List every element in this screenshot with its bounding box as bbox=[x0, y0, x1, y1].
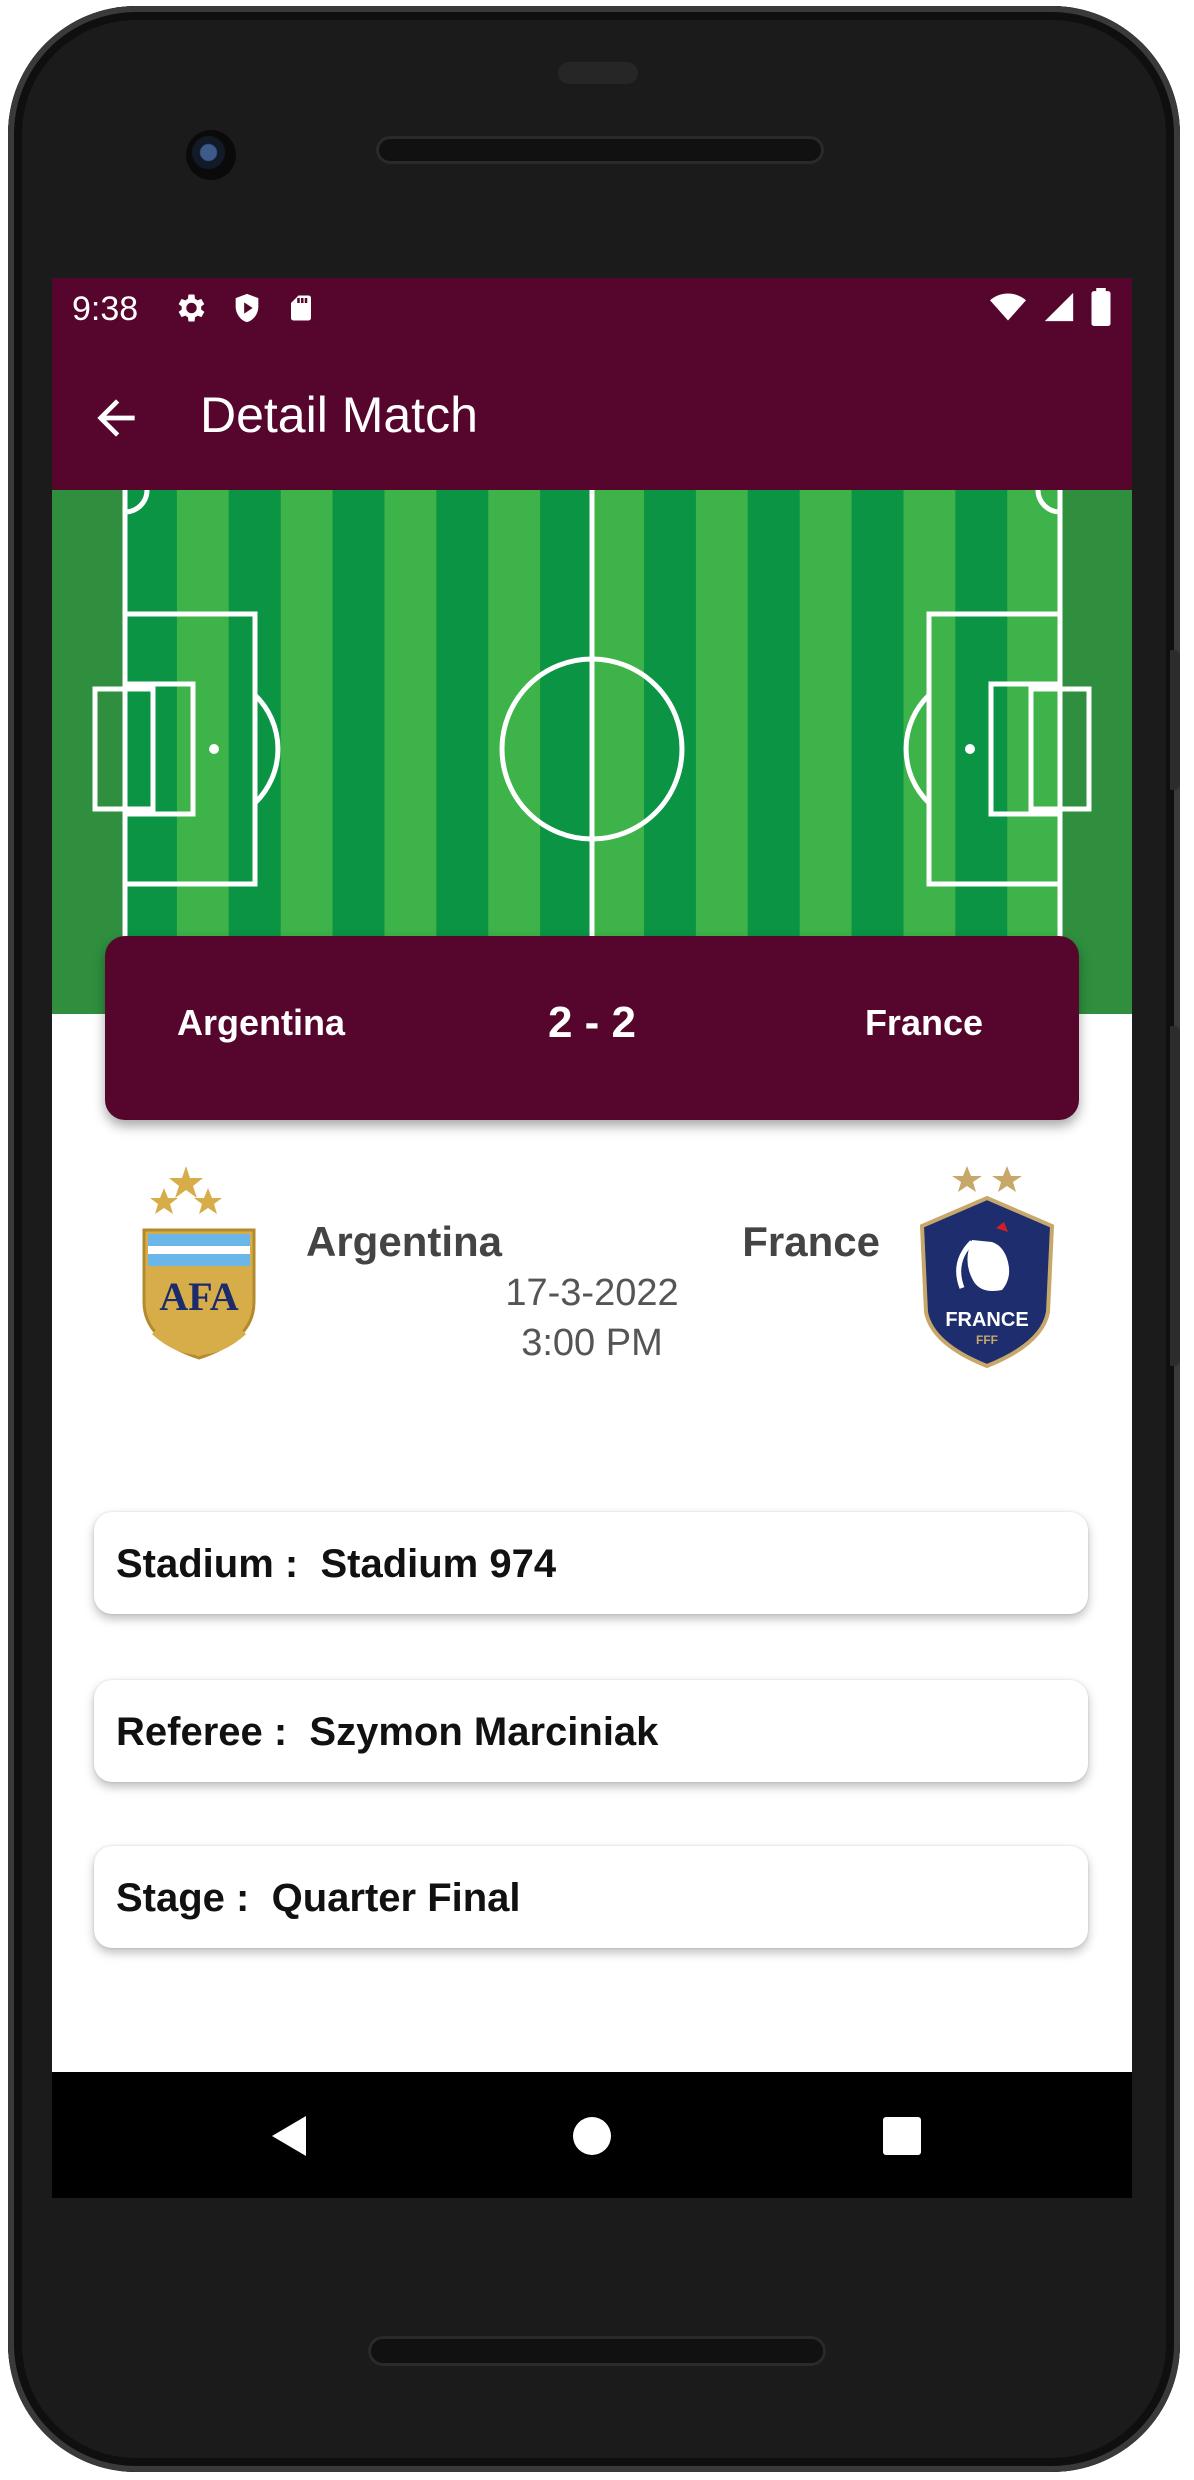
stadium-text: Stadium : Stadium 974 bbox=[116, 1542, 557, 1586]
stage-card: Stage : Quarter Final bbox=[94, 1846, 1088, 1948]
nav-home-icon[interactable] bbox=[556, 2100, 628, 2172]
away-team-name: France bbox=[742, 1218, 880, 1265]
gear-icon bbox=[178, 294, 205, 322]
fff-crest-text: FFF bbox=[976, 1333, 998, 1347]
app-bar: Detail Match bbox=[52, 342, 1132, 490]
screen: 9:38 Detail Match Argentina 2 - 2 France… bbox=[52, 278, 1132, 2072]
france-crest-icon: FRANCE FFF bbox=[919, 1166, 1055, 1369]
nav-back-icon[interactable] bbox=[252, 2100, 324, 2172]
volume-button bbox=[1170, 1026, 1180, 1366]
teams-row: AFA Argentina France 17-3-2022 3:00 PM F… bbox=[52, 1158, 1132, 1388]
stadium-card: Stadium : Stadium 974 bbox=[94, 1512, 1088, 1614]
status-icons-right bbox=[988, 288, 1112, 326]
status-bar: 9:38 bbox=[52, 278, 1132, 342]
nav-recents-icon[interactable] bbox=[866, 2100, 938, 2172]
score-card-away-team: France bbox=[864, 1002, 983, 1043]
referee-text: Referee : Szymon Marciniak bbox=[116, 1710, 659, 1754]
power-button bbox=[1170, 650, 1180, 790]
status-time: 9:38 bbox=[72, 290, 139, 328]
france-crest-text: FRANCE bbox=[945, 1309, 1028, 1331]
front-camera bbox=[186, 130, 236, 180]
cell-signal-icon bbox=[1044, 292, 1074, 322]
wifi-icon bbox=[990, 293, 1026, 321]
page-title: Detail Match bbox=[200, 387, 478, 443]
status-icons-left bbox=[172, 290, 316, 326]
top-speaker bbox=[376, 136, 824, 164]
score-card: Argentina 2 - 2 France bbox=[105, 936, 1079, 1120]
battery-icon bbox=[1091, 288, 1111, 326]
referee-card: Referee : Szymon Marciniak bbox=[94, 1680, 1088, 1782]
earpiece bbox=[558, 62, 638, 84]
bottom-speaker bbox=[368, 2336, 826, 2366]
arrow-left-icon[interactable] bbox=[88, 390, 144, 446]
shield-icon bbox=[235, 293, 259, 323]
home-team-name: Argentina bbox=[306, 1218, 503, 1265]
sd-card-icon bbox=[291, 295, 311, 321]
stage-text: Stage : Quarter Final bbox=[116, 1876, 521, 1920]
navigation-bar bbox=[52, 2072, 1132, 2198]
